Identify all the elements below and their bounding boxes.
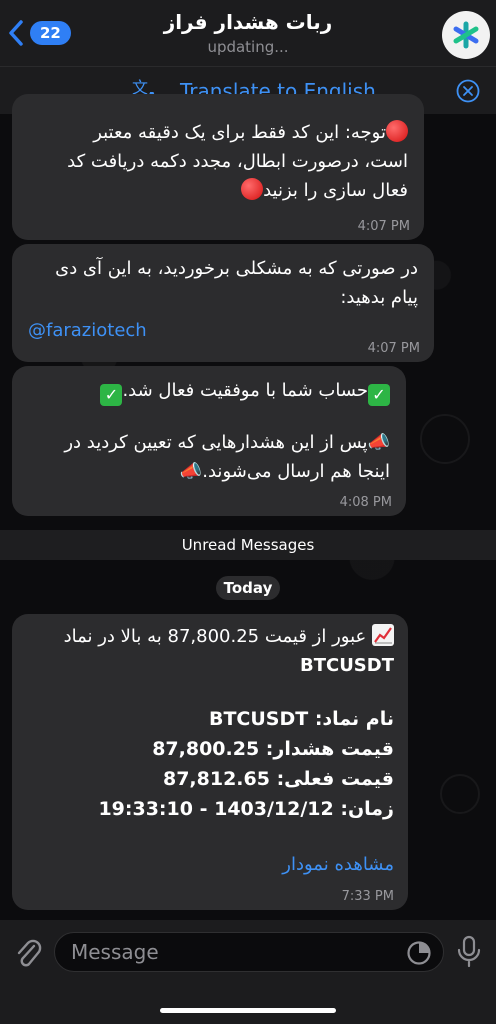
- message-line: ✓حساب شما با موفقیت فعال شد.✓: [28, 376, 390, 406]
- home-indicator: [160, 1008, 336, 1013]
- message-line: پیام بدهید:: [340, 287, 418, 308]
- time-line: زمان: 1403/12/12 - 19:33:10: [98, 798, 394, 820]
- back-button[interactable]: 22: [8, 20, 71, 46]
- megaphone-icon: 📣: [367, 432, 390, 453]
- microphone-icon[interactable]: [456, 934, 482, 970]
- current-price-line: قیمت فعلی: 87,812.65: [162, 768, 394, 790]
- message-line: توجه: این کد فقط برای یک دقیقه معتبر: [28, 118, 408, 147]
- message-bubble[interactable]: ✓حساب شما با موفقیت فعال شد.✓ 📣پس از این…: [12, 366, 406, 516]
- message-time: 7:33 PM: [341, 889, 394, 904]
- symbol-line: نام نماد: BTCUSDT: [208, 708, 394, 730]
- message-time: 4:08 PM: [339, 495, 392, 510]
- message-line: فعال سازی را بزنید: [28, 176, 408, 205]
- wallpaper-doodle: [420, 414, 470, 464]
- alert-price-line: قیمت هشدار: 87,800.25: [152, 738, 394, 760]
- asterisk-logo-icon: [453, 21, 479, 49]
- chat-title-area[interactable]: ربات هشدار فراز updating...: [100, 10, 396, 56]
- alert-message-bubble[interactable]: عبور از قیمت 87,800.25 به بالا در نماد B…: [12, 614, 408, 910]
- red-circle-icon: [386, 120, 408, 142]
- megaphone-icon: 📣: [179, 461, 203, 482]
- message-line: در صورتی که به مشکلی برخوردید، به این آی…: [55, 258, 418, 279]
- paperclip-icon[interactable]: [14, 936, 42, 970]
- sticker-icon[interactable]: [406, 940, 432, 966]
- chat-status: updating...: [207, 38, 289, 56]
- message-line: عبور از قیمت 87,800.25 به بالا در نماد: [26, 622, 394, 651]
- message-line: است، درصورت ابطال، مجدد دکمه دریافت کد: [67, 151, 408, 172]
- chevron-left-icon: [9, 20, 23, 46]
- check-mark-icon: ✓: [100, 384, 123, 406]
- message-time: 4:07 PM: [367, 341, 420, 356]
- message-bubble[interactable]: در صورتی که به مشکلی برخوردید، به این آی…: [12, 244, 434, 362]
- check-mark-icon: ✓: [368, 384, 390, 406]
- unread-count-badge: 22: [30, 21, 71, 45]
- chart-increasing-icon: [372, 624, 394, 646]
- red-circle-icon: [241, 178, 264, 200]
- message-line: اینجا هم ارسال می‌شوند.📣: [28, 457, 390, 486]
- message-time: 4:07 PM: [357, 219, 410, 234]
- chat-header: 22 ربات هشدار فراز updating...: [0, 0, 496, 66]
- bot-avatar[interactable]: [442, 11, 490, 59]
- symbol-name: BTCUSDT: [299, 655, 394, 676]
- message-input-bar: [0, 920, 496, 1024]
- view-chart-link[interactable]: مشاهده نمودار: [26, 850, 394, 879]
- chat-title: ربات هشدار فراز: [163, 10, 333, 34]
- message-bubble[interactable]: توجه: این کد فقط برای یک دقیقه معتبر است…: [12, 94, 424, 240]
- date-separator: Today: [216, 576, 280, 600]
- message-line: 📣پس از این هشدارهایی که تعیین کردید در: [28, 428, 390, 457]
- contact-link[interactable]: @faraziotech: [28, 316, 418, 345]
- unread-messages-divider: Unread Messages: [0, 530, 496, 560]
- wallpaper-doodle: [440, 774, 480, 814]
- close-icon[interactable]: [456, 79, 480, 103]
- message-input[interactable]: [54, 932, 444, 972]
